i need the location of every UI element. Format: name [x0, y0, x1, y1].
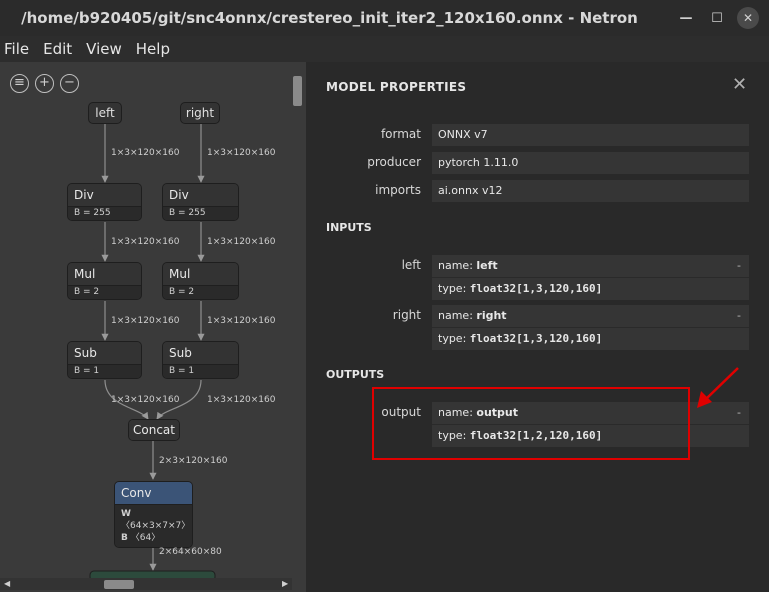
attr-b-val: 〈64〉	[130, 533, 161, 543]
node-op: Sub	[68, 342, 141, 364]
input-node-right[interactable]: right	[180, 102, 220, 124]
edge-label: 1×3×120×160	[111, 316, 180, 326]
mul-node-left[interactable]: Mul B = 2	[67, 262, 142, 300]
vertical-scrollbar[interactable]	[292, 72, 302, 580]
input-node-left[interactable]: left	[88, 102, 122, 124]
input-name-row: name: right -	[432, 305, 749, 328]
menu-edit[interactable]: Edit	[43, 40, 72, 58]
menu-bar: File Edit View Help	[0, 36, 769, 62]
close-window-button[interactable]: ✕	[737, 7, 759, 29]
div-node-right[interactable]: Div B = 255	[162, 183, 239, 221]
node-attr: B = 255	[68, 206, 141, 220]
graph-view[interactable]: ≡ + − left right 1×3×120×160 1×3×120×160…	[0, 62, 306, 592]
sub-node-left[interactable]: Sub B = 1	[67, 341, 142, 379]
node-op: Div	[163, 184, 238, 206]
next-node-partial[interactable]	[89, 570, 216, 578]
prop-value-producer: pytorch 1.11.0	[432, 152, 749, 174]
prop-value-format: ONNX v7	[432, 124, 749, 146]
attr-w-key: W	[121, 509, 131, 519]
outputs-header: OUTPUTS	[326, 368, 385, 381]
edge-label: 1×3×120×160	[207, 316, 276, 326]
conv-node[interactable]: Conv W 〈64×3×7×7〉 B 〈64〉	[114, 481, 193, 548]
panel-title: MODEL PROPERTIES	[326, 80, 467, 94]
input-name-row: name: left -	[432, 255, 749, 278]
type-key: type:	[438, 282, 470, 295]
input-type-row: type: float32[1,3,120,160]	[432, 278, 749, 300]
input-type-row: type: float32[1,3,120,160]	[432, 328, 749, 350]
input-label-right: right	[392, 308, 421, 322]
edge-label: 1×3×120×160	[207, 237, 276, 247]
expand-toggle[interactable]: -	[737, 305, 741, 327]
horizontal-scrollbar-thumb[interactable]	[104, 580, 134, 589]
vertical-scrollbar-thumb[interactable]	[293, 76, 302, 106]
prop-label-producer: producer	[367, 155, 421, 169]
node-op: Concat	[129, 420, 179, 440]
inputs-header: INPUTS	[326, 221, 372, 234]
node-attr: B = 2	[68, 285, 141, 299]
node-attr: B = 1	[68, 364, 141, 378]
window-title: /home/b920405/git/snc4onnx/crestereo_ini…	[21, 9, 638, 27]
edge-label: 1×3×120×160	[111, 148, 180, 158]
edge-label: 1×3×120×160	[207, 148, 276, 158]
node-attrs: W 〈64×3×7×7〉 B 〈64〉	[115, 504, 192, 547]
concat-node[interactable]: Concat	[128, 419, 180, 441]
input-name: left	[476, 259, 498, 272]
scroll-right-icon[interactable]: ▶	[282, 579, 288, 588]
expand-toggle[interactable]: -	[737, 402, 741, 424]
menu-icon[interactable]: ≡	[10, 74, 29, 93]
horizontal-scrollbar[interactable]	[0, 578, 292, 590]
prop-label-format: format	[380, 127, 421, 141]
node-op: Div	[68, 184, 141, 206]
node-attr: B = 255	[163, 206, 238, 220]
node-attr: B = 1	[163, 364, 238, 378]
expand-toggle[interactable]: -	[737, 255, 741, 277]
prop-label-imports: imports	[375, 183, 421, 197]
input-box-right[interactable]: name: right - type: float32[1,3,120,160]	[432, 305, 749, 350]
zoom-in-icon[interactable]: +	[35, 74, 54, 93]
menu-help[interactable]: Help	[136, 40, 170, 58]
window-title-bar: /home/b920405/git/snc4onnx/crestereo_ini…	[0, 0, 769, 36]
node-op: Mul	[68, 263, 141, 285]
highlight-box	[372, 387, 690, 460]
maximize-button[interactable]: ☐	[705, 6, 729, 30]
edge-label: 1×3×120×160	[111, 395, 180, 405]
attr-w-val: 〈64×3×7×7〉	[121, 521, 191, 531]
edge-label: 2×64×60×80	[159, 547, 222, 557]
node-op: Conv	[115, 482, 192, 504]
input-type: float32[1,3,120,160]	[469, 282, 603, 295]
model-properties-panel: MODEL PROPERTIES ✕ format ONNX v7 produc…	[306, 62, 769, 592]
input-box-left[interactable]: name: left - type: float32[1,3,120,160]	[432, 255, 749, 300]
name-key: name:	[438, 309, 477, 322]
edge-label: 1×3×120×160	[111, 237, 180, 247]
div-node-left[interactable]: Div B = 255	[67, 183, 142, 221]
minimize-button[interactable]: —	[674, 6, 698, 30]
node-attr: B = 2	[163, 285, 238, 299]
node-op: Sub	[163, 342, 238, 364]
sub-node-right[interactable]: Sub B = 1	[162, 341, 239, 379]
scroll-left-icon[interactable]: ◀	[4, 579, 10, 588]
menu-view[interactable]: View	[86, 40, 122, 58]
node-op: Mul	[163, 263, 238, 285]
prop-value-imports: ai.onnx v12	[432, 180, 749, 202]
type-key: type:	[438, 332, 470, 345]
edge-label: 1×3×120×160	[207, 395, 276, 405]
input-type: float32[1,3,120,160]	[469, 332, 603, 345]
close-panel-icon[interactable]: ✕	[732, 74, 747, 95]
menu-file[interactable]: File	[4, 40, 29, 58]
input-label-left: left	[401, 258, 421, 272]
mul-node-right[interactable]: Mul B = 2	[162, 262, 239, 300]
name-key: name:	[438, 259, 477, 272]
zoom-out-icon[interactable]: −	[60, 74, 79, 93]
edge-label: 2×3×120×160	[159, 456, 228, 466]
attr-b-key: B	[121, 533, 128, 543]
input-name: right	[476, 309, 507, 322]
